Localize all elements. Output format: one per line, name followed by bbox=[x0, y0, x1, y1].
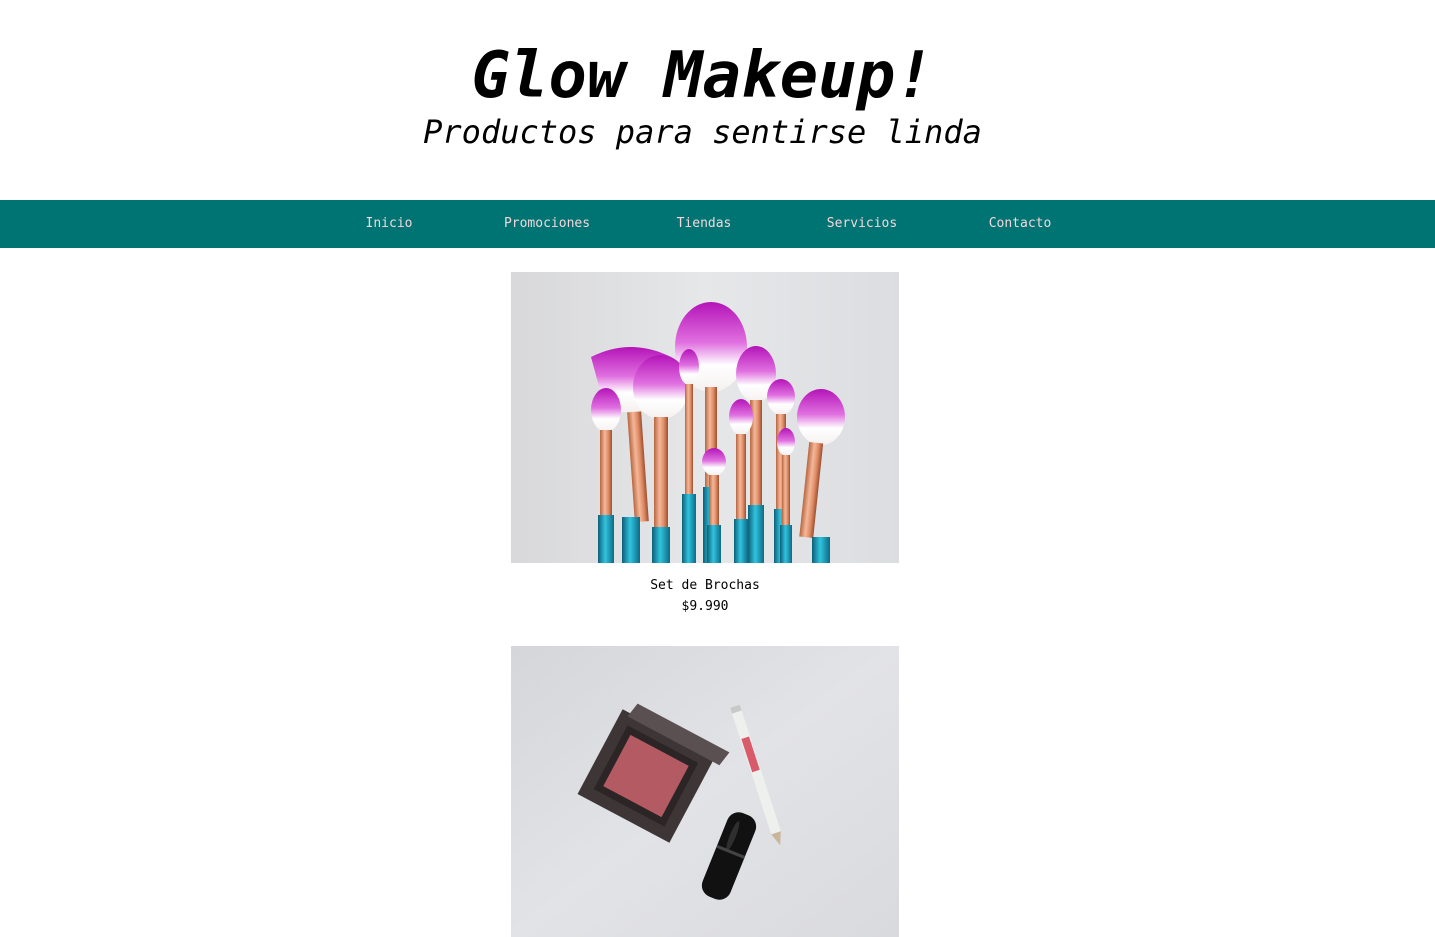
product-name: Set de Brochas bbox=[650, 578, 760, 593]
site-subtitle: Productos para sentirse linda bbox=[423, 113, 982, 151]
product-card: Set de Brochas $9.990 bbox=[511, 272, 899, 617]
nav-item-contacto[interactable]: Contacto bbox=[989, 200, 1052, 248]
site-title: Glow Makeup! bbox=[471, 39, 934, 113]
product-card bbox=[511, 646, 899, 937]
nav-item-promociones[interactable]: Promociones bbox=[504, 200, 590, 248]
blush-lipstick-pencil-photo[interactable] bbox=[511, 646, 899, 937]
main-nav: Inicio Promociones Tiendas Servicios Con… bbox=[0, 200, 1435, 248]
nav-item-inicio[interactable]: Inicio bbox=[366, 200, 413, 248]
nav-item-tiendas[interactable]: Tiendas bbox=[677, 200, 732, 248]
product-price: $9.990 bbox=[681, 599, 729, 614]
nav-item-servicios[interactable]: Servicios bbox=[827, 200, 897, 248]
makeup-brushes-photo[interactable] bbox=[511, 272, 899, 563]
site-header: Glow Makeup! Productos para sentirse lin… bbox=[0, 0, 1435, 200]
